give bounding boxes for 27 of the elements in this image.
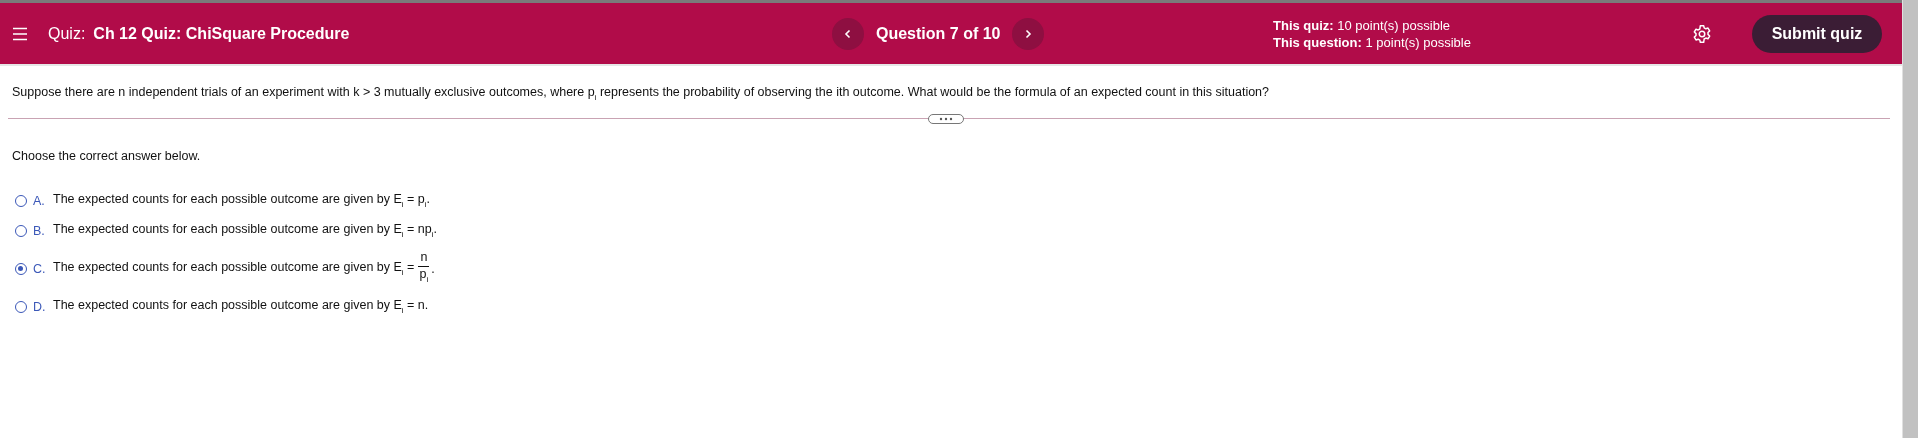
option-text: The expected counts for each possible outcome are given by E$_{i}$ = p$_{i}$. <box>53 192 431 209</box>
scrollbar[interactable] <box>1902 0 1918 438</box>
previous-question-button[interactable] <box>832 17 864 50</box>
settings-icon[interactable] <box>1692 23 1712 44</box>
option-text: The expected counts for each possible outcome are given by E$_{i}$ = np$_{i}$. <box>53 222 438 239</box>
points-text: This quiz: 10 point(s) possible <box>1273 16 1451 34</box>
quiz-title: Ch 12 Quiz: ChiSquare Procedure <box>93 24 350 43</box>
question-position: Question 7 of 10 <box>876 24 1001 43</box>
instruction-text: Choose the correct answer below. <box>12 148 202 163</box>
option-letter[interactable]: B. <box>33 223 53 238</box>
chevron-right-icon <box>1023 27 1034 40</box>
option-letter[interactable]: C. <box>33 261 53 276</box>
points-text: This question: 1 point(s) possible <box>1273 33 1471 51</box>
question-text: Suppose there are n independent trials of an experiment with k > 3 mutually exclusive outcomes, where p$_{i}$ represents the probability of observing the ith outcome. What would be the formula of an expected count in this situation? <box>12 85 1271 102</box>
more-icon <box>939 116 953 121</box>
quiz-label: Quiz: <box>48 24 86 43</box>
period-text: . <box>431 261 435 276</box>
menu-icon[interactable] <box>12 26 28 41</box>
chevron-left-icon <box>843 27 853 40</box>
option-letter[interactable]: D. <box>33 299 53 314</box>
submit-quiz-button[interactable]: Submit quiz <box>1752 14 1882 53</box>
option-letter[interactable]: A. <box>33 193 53 208</box>
fraction-numerator: n <box>418 250 430 268</box>
expand-button[interactable] <box>928 113 964 124</box>
option-text: The expected counts for each possible outcome are given by E$_{i}$ = n. <box>53 298 429 315</box>
fraction-denominator: p$_{i}$ <box>419 267 429 286</box>
option-text: The expected counts for each possible outcome are given by E$_{i}$ = <box>53 260 415 277</box>
